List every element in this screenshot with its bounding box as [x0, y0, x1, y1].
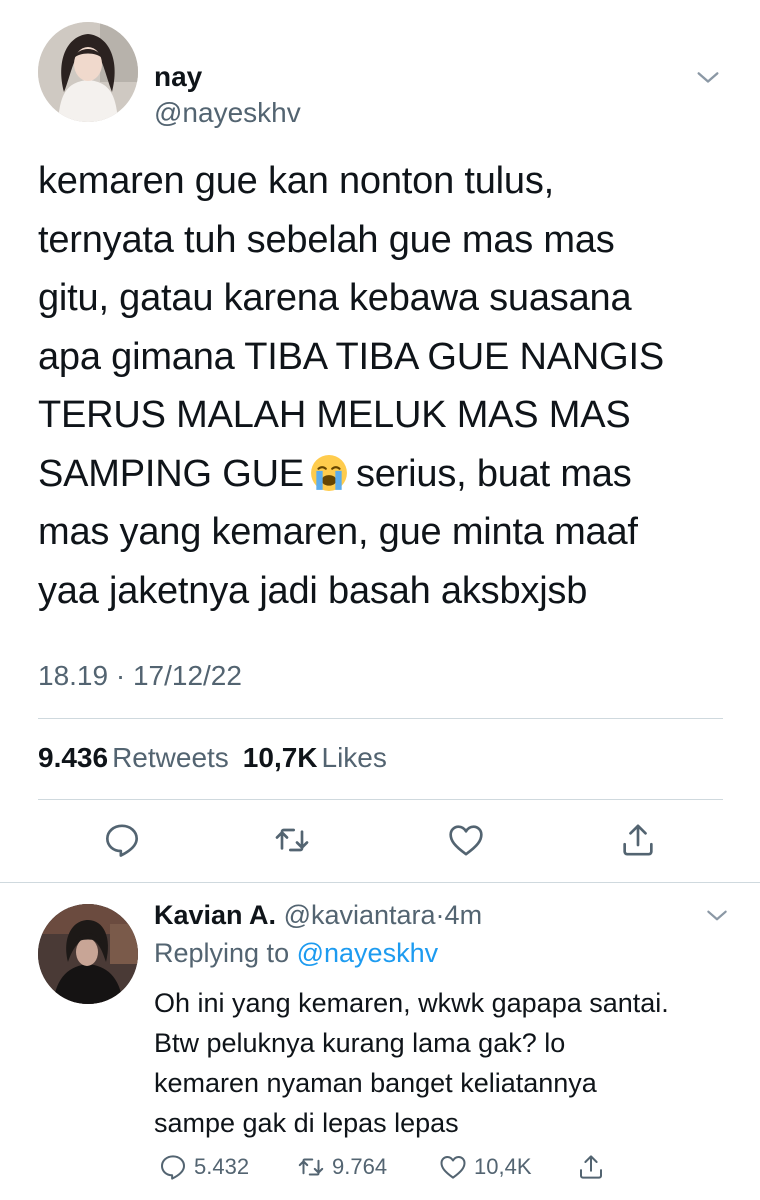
engagement-stats: 9.436 Retweets 10,7K Likes	[38, 742, 401, 774]
likes-count[interactable]: 10,7K	[243, 742, 318, 773]
divider	[38, 718, 723, 719]
reply-header: Kavian A. @kaviantara·4m	[154, 898, 482, 932]
tweet-text-line: yaa jaketnya jadi basah aksbxjsb	[38, 569, 588, 612]
like-count: 10,4K	[474, 1154, 532, 1179]
tweet-text: kemaren gue kan nonton tulus, ternyata t…	[38, 152, 728, 620]
mention-link[interactable]: @nayeskhv	[297, 938, 438, 968]
reply-text-line: Btw peluknya kurang lama gak? lo	[154, 1028, 566, 1058]
tweet-text-segment: SAMPING GUE	[38, 452, 304, 495]
reply-time[interactable]: 4m	[445, 900, 483, 930]
retweet-count: 9.764	[332, 1154, 388, 1179]
share-icon[interactable]	[618, 820, 658, 860]
retweet-icon	[298, 1158, 324, 1176]
divider	[0, 882, 760, 883]
tweet-text-line: mas yang kemaren, gue minta maaf	[38, 511, 638, 553]
tweet-text-line: kemaren gue kan nonton tulus,	[38, 160, 554, 202]
reply-text-line: sampe gak di lepas lepas	[154, 1108, 459, 1138]
divider	[38, 799, 723, 800]
reply-author-handle[interactable]: @kaviantara	[284, 900, 436, 930]
retweet-icon[interactable]	[272, 820, 312, 860]
loudly-crying-face-emoji	[311, 454, 347, 491]
chevron-down-icon[interactable]	[694, 64, 722, 92]
reply-avatar[interactable]	[38, 904, 138, 1004]
replying-to: Replying to @nayeskhv	[154, 936, 438, 970]
tweet-text-line: TERUS MALAH MELUK MAS MAS	[38, 394, 631, 436]
reply-text: Oh ini yang kemaren, wkwk gapapa santai.…	[154, 983, 734, 1143]
tweet-text-segment: serius, buat mas	[355, 452, 632, 495]
reply-share-button[interactable]	[576, 1150, 612, 1184]
author-name[interactable]: nay	[154, 60, 202, 94]
tweet-timestamp[interactable]: 18.19 · 17/12/22	[38, 660, 242, 692]
likes-label[interactable]: Likes	[322, 742, 387, 773]
like-icon	[440, 1156, 466, 1179]
tweet-text-line: ternyata tuh sebelah gue mas mas	[38, 218, 615, 261]
reply-like-button[interactable]: 10,4K	[438, 1150, 532, 1184]
tweet-detail-screen: nay @nayeskhv kemaren gue kan nonton tul…	[0, 0, 760, 1200]
author-handle[interactable]: @nayeskhv	[154, 96, 301, 130]
retweets-label[interactable]: Retweets	[112, 742, 229, 773]
reply-icon[interactable]	[102, 820, 142, 860]
tweet-header: nay @nayeskhv	[38, 22, 728, 128]
reply-text-line: Oh ini yang kemaren, wkwk gapapa santai.	[154, 988, 669, 1018]
reply-count: 5.432	[194, 1154, 250, 1179]
reply-reply-button[interactable]: 5.432	[158, 1150, 249, 1184]
share-icon	[580, 1155, 602, 1179]
reply-retweet-button[interactable]: 9.764	[296, 1150, 387, 1184]
avatar-photo	[38, 22, 138, 122]
tweet-text-line: gitu, gatau karena kebawa suasana	[38, 277, 632, 319]
avatar[interactable]	[38, 22, 138, 122]
meta-separator: ·	[435, 900, 445, 930]
tweet-text-line: SAMPING GUE serius, buat mas	[38, 445, 728, 504]
like-icon[interactable]	[446, 820, 486, 860]
retweets-count[interactable]: 9.436	[38, 742, 108, 773]
reply-icon	[161, 1155, 185, 1180]
avatar-photo	[38, 904, 138, 1004]
reply-text-line: kemaren nyaman banget keliatannya	[154, 1068, 597, 1098]
reply-author-name[interactable]: Kavian A.	[154, 900, 276, 930]
chevron-down-icon[interactable]	[704, 903, 730, 929]
replying-prefix: Replying to	[154, 938, 290, 968]
tweet-text-line: apa gimana TIBA TIBA GUE NANGIS	[38, 335, 665, 378]
